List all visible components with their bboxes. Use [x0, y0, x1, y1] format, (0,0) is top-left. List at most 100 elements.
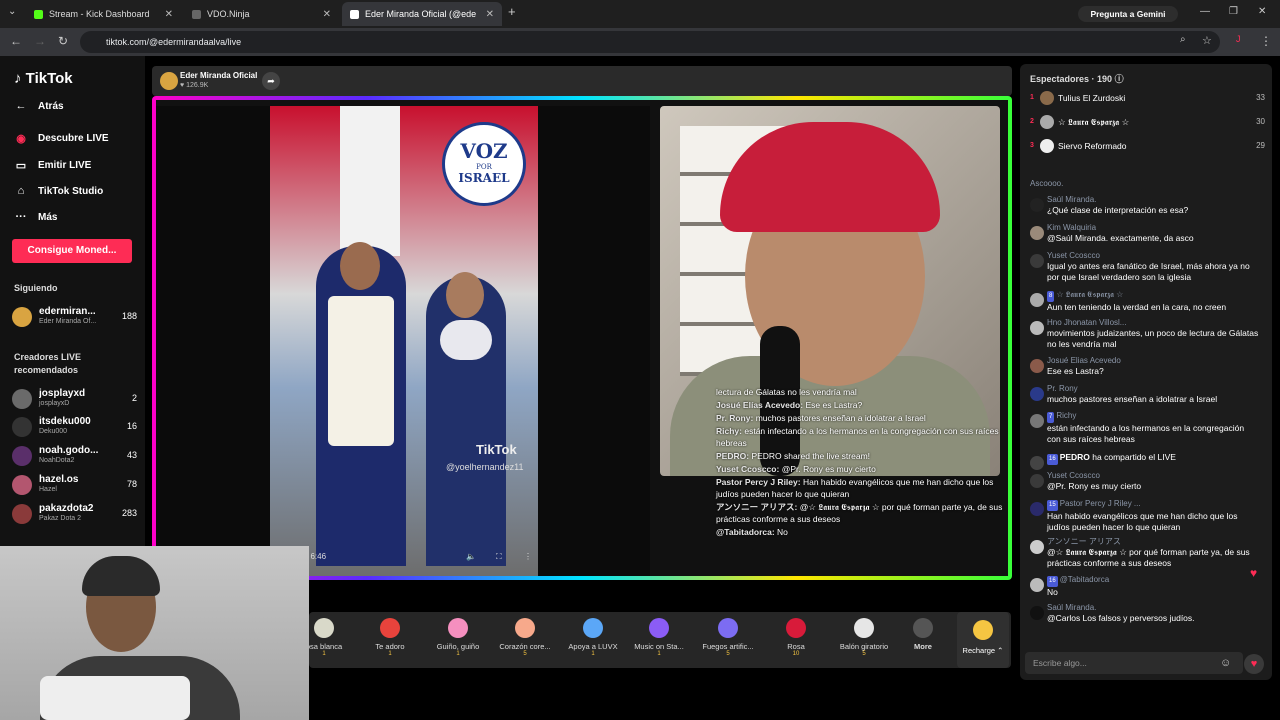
host-name[interactable]: Eder Miranda Oficial: [180, 71, 257, 80]
avatar: [12, 504, 32, 524]
chat-text: movimientos judaizantes, un poco de lect…: [1047, 328, 1259, 349]
nav-descubre-live[interactable]: ◉ Descubre LIVE: [14, 132, 108, 145]
address-bar[interactable]: tiktok.com/@edermirandaalva/live: [80, 31, 1220, 53]
nav-emitir-live[interactable]: ▭ Emitir LIVE: [14, 159, 92, 172]
following-item[interactable]: edermiran... Eder Miranda Of... 188: [12, 305, 137, 329]
chat-message: 16 @Tabitadorca No: [1030, 574, 1260, 598]
back-icon[interactable]: ←: [10, 34, 22, 48]
viewer-score: 33: [1256, 93, 1265, 102]
gift-item[interactable]: Rosa 10: [765, 618, 827, 657]
chat-share-event: 16 PEDRO ha compartido el LIVE: [1030, 452, 1260, 470]
gift-item[interactable]: Te adoro 1: [359, 618, 421, 657]
overlay-message: lectura de Gálatas no les vendría mal: [716, 387, 857, 397]
more-icon: ···: [15, 211, 27, 223]
chat-user[interactable]: Richy: [1056, 411, 1076, 420]
watermark-user: @yoelhernandez11: [446, 462, 524, 472]
chat-user[interactable]: Pastor Percy J Riley ...: [1060, 499, 1141, 508]
tiktok-logo-icon: ♪: [14, 70, 22, 87]
tab-kick[interactable]: Stream - Kick Dashboard ✕: [26, 2, 181, 26]
creator-sub: Eder Miranda Of...: [39, 318, 97, 325]
bookmark-star-icon[interactable]: ☆: [1202, 34, 1212, 47]
host-avatar[interactable]: [160, 72, 178, 90]
chat-user[interactable]: Yuset Ccoscco: [1047, 470, 1260, 481]
chat-message: Saúl Miranda. @Carlos Los falsos y perver…: [1030, 602, 1260, 624]
chat-message: Josué Elias Acevedo Ese es Lastra?: [1030, 355, 1260, 377]
gift-item[interactable]: Balón giratorio 5: [833, 618, 895, 657]
get-coins-button[interactable]: Consigue Moned...: [12, 239, 132, 263]
recommended-item[interactable]: pakazdota2 Pakaz Dota 2 283: [12, 502, 137, 526]
recommended-title-2: recomendados: [14, 365, 79, 375]
recommended-item[interactable]: noah.godo... NoahDota2 43: [12, 444, 137, 468]
emoji-icon[interactable]: ☺: [1220, 657, 1231, 669]
recommended-item[interactable]: itsdeku000 Deku000 16: [12, 415, 137, 439]
gift-item[interactable]: Apoya a LUVX 1: [562, 618, 624, 657]
rank: 3: [1030, 142, 1034, 149]
home-icon: ⌂: [17, 185, 25, 197]
zoom-icon[interactable]: ⌕: [1180, 34, 1186, 45]
close-window-icon[interactable]: ✕: [1258, 6, 1266, 17]
chat-user[interactable]: Saúl Miranda.: [1047, 194, 1260, 205]
gift-item[interactable]: Fuegos artific... 5: [697, 618, 759, 657]
chat-user[interactable]: @Tabitadorca: [1060, 575, 1109, 584]
more-options-icon[interactable]: ⋮: [524, 552, 532, 561]
nav-label: Emitir LIVE: [38, 160, 92, 171]
gemini-button[interactable]: Pregunta a Gemini: [1078, 6, 1178, 22]
chat-user[interactable]: Yuset Ccoscco: [1047, 250, 1260, 261]
new-tab-button[interactable]: +: [508, 4, 516, 19]
close-icon[interactable]: ✕: [323, 9, 331, 20]
tab-tiktok-live[interactable]: Eder Miranda Oficial (@ede ✕: [342, 2, 502, 26]
viewer-name: Tulius El Zurdoski: [1058, 93, 1126, 103]
recommended-item[interactable]: josplayxd josplayxD 2: [12, 387, 137, 411]
forward-icon[interactable]: →: [34, 34, 46, 48]
like-heart-button[interactable]: ♥: [1244, 654, 1264, 674]
chat-user[interactable]: Josué Elias Acevedo: [1047, 355, 1260, 366]
gift-item[interactable]: Corazón core... 5: [494, 618, 556, 657]
maximize-icon[interactable]: ❐: [1229, 6, 1238, 17]
recommended-item[interactable]: hazel.os Hazel 78: [12, 473, 137, 497]
avatar: [1030, 606, 1044, 620]
tiktok-icon: [350, 9, 359, 19]
chat-user[interactable]: Pr. Rony: [1047, 383, 1260, 394]
more-gifts-button[interactable]: More: [892, 618, 954, 651]
avatar: [1040, 115, 1054, 129]
chat-user[interactable]: ☆ 𝕷𝖆𝖚𝖗𝖆 𝕰𝖘𝖕𝖆𝖗𝖟𝖆 ☆: [1056, 290, 1123, 299]
share-icon[interactable]: ➦: [262, 72, 280, 90]
top-viewer[interactable]: 1 Tulius El Zurdoski 33: [1030, 90, 1265, 108]
nav-tiktok-studio[interactable]: ⌂ TikTok Studio: [14, 185, 104, 197]
tab-vdo-ninja[interactable]: VDO.Ninja ✕: [184, 2, 339, 26]
chat-user[interactable]: Ascoooo.: [1030, 178, 1260, 189]
close-icon[interactable]: ✕: [165, 9, 173, 20]
chat-user[interactable]: Saúl Miranda.: [1047, 602, 1260, 613]
gift-bar: osa blanca 1 Te adoro 1 Guiño, guiño 1 Cora…: [306, 612, 1011, 668]
luvx-icon: [583, 618, 603, 638]
chat-user[interactable]: PEDRO: [1060, 452, 1090, 462]
chat-user[interactable]: Kim Walquiria: [1047, 222, 1260, 233]
fullscreen-icon[interactable]: ⛶: [496, 552, 502, 562]
back-link[interactable]: ← Atrás: [14, 100, 64, 112]
top-viewer[interactable]: 3 Siervo Reformado 29: [1030, 138, 1265, 156]
volume-icon[interactable]: 🔈: [466, 552, 476, 561]
chat-user[interactable]: アンソニー アリアス: [1047, 536, 1260, 547]
chat-user[interactable]: Hno Jhonatan Villosl...: [1047, 317, 1260, 328]
close-icon[interactable]: ✕: [486, 9, 494, 20]
tiktok-logo[interactable]: ♪ TikTok: [14, 70, 73, 87]
nav-mas[interactable]: ··· Más: [14, 211, 58, 223]
gift-item[interactable]: Guiño, guiño 1: [427, 618, 489, 657]
menu-kebab-icon[interactable]: ⋮: [1260, 34, 1272, 48]
chat-input[interactable]: Escribe algo...: [1025, 652, 1243, 674]
embedded-video[interactable]: VOZ POR ISRAEL TikTok @yoelhernandez11 /…: [156, 106, 650, 576]
tab-search-icon[interactable]: ⌄: [8, 6, 16, 17]
gift-price: 5: [523, 651, 527, 657]
gift-label: Te adoro: [375, 642, 405, 651]
top-viewer[interactable]: 2 ☆ 𝕷𝖆𝖚𝖗𝖆 𝕰𝖘𝖕𝖆𝖗𝖟𝖆 ☆ 30: [1030, 114, 1265, 132]
creator-sub: NoahDota2: [39, 457, 75, 464]
gift-item[interactable]: Music on Sta... 1: [628, 618, 690, 657]
reload-icon[interactable]: ↻: [58, 34, 68, 48]
chat-text: están infectando a los hermanos en la co…: [1047, 423, 1245, 444]
profile-avatar[interactable]: J: [1236, 34, 1241, 44]
live-stream-frame[interactable]: VOZ POR ISRAEL TikTok @yoelhernandez11 /…: [152, 96, 1012, 580]
viewers-title[interactable]: Espectadores · 190 ⓘ: [1030, 72, 1124, 85]
recharge-button[interactable]: Recharge ⌃: [957, 612, 1009, 668]
share-icon: [1030, 456, 1044, 470]
minimize-icon[interactable]: —: [1200, 6, 1210, 17]
